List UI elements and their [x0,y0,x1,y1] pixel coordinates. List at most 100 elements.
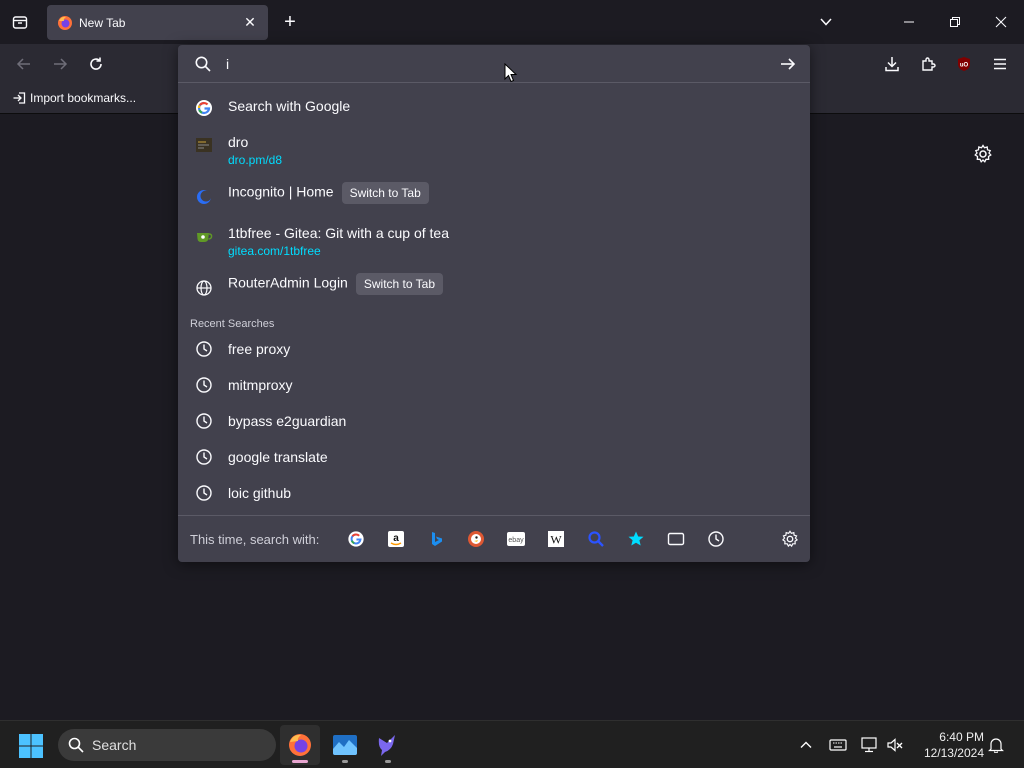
firefox-favicon-icon [58,15,72,30]
recent-search-item[interactable]: mitmproxy [186,375,802,395]
result-routeradmin[interactable]: RouterAdmin Login Switch to Tab [186,273,802,298]
list-all-tabs-button[interactable] [814,10,838,34]
result-title: Incognito | Home Switch to Tab [228,182,429,204]
downloads-button[interactable] [880,52,904,76]
recent-search-label: google translate [228,449,328,465]
result-text: google translate [228,449,328,465]
arrow-right-icon[interactable] [778,54,798,74]
minimize-button[interactable] [886,0,932,44]
tab-close-button[interactable]: ✕ [238,11,262,35]
photos-app-icon [333,735,357,755]
reload-button[interactable] [84,52,108,76]
result-text: dro dro.pm/d8 [228,134,282,167]
recent-search-item[interactable]: free proxy [186,339,802,359]
result-incognito-home[interactable]: Incognito | Home Switch to Tab [186,182,802,207]
minimize-icon [904,21,914,23]
result-title: dro [228,134,249,150]
chevron-up-icon [800,741,812,748]
bing-icon [432,532,442,546]
taskbar-search[interactable]: Search [58,729,276,761]
running-indicator [342,760,348,763]
result-url: gitea.com/1tbfree [228,244,321,258]
incognito-favicon-icon [194,187,214,207]
windows-logo-icon [19,734,43,758]
taskbar-app-bird[interactable] [368,725,408,765]
back-button[interactable] [12,52,36,76]
close-window-button[interactable] [978,0,1024,44]
clock-icon [194,375,214,395]
result-text: free proxy [228,341,290,357]
bookmarks-search-button[interactable] [626,529,646,549]
recent-search-item[interactable]: loic github [186,483,802,503]
title-bar: New Tab ✕ + [0,0,1024,44]
app-menu-button[interactable] [988,52,1012,76]
history-search-button[interactable] [706,529,726,549]
recent-search-item[interactable]: google translate [186,447,802,467]
result-text: mitmproxy [228,377,293,393]
firefox-view-icon [12,16,28,29]
result-text: loic github [228,485,291,501]
restore-button[interactable] [932,0,978,44]
search-icon [68,737,84,753]
result-gitea[interactable]: 1tbfree - Gitea: Git with a cup of tea g… [186,225,802,265]
gitea-favicon-icon [194,226,214,246]
engine-wikipedia-button[interactable]: W [546,529,566,549]
notifications-button[interactable] [986,735,1006,755]
new-tab-button[interactable]: + [278,10,302,34]
tab-icon [667,532,685,546]
tabs-search-button[interactable] [666,529,686,549]
clock-time: 6:40 PM [939,730,984,744]
recent-search-label: bypass e2guardian [228,413,347,429]
restore-icon [950,17,960,27]
taskbar-search-label: Search [92,737,137,753]
network-tray-button[interactable] [860,735,880,755]
keyboard-icon [829,739,847,751]
switch-to-tab-badge[interactable]: Switch to Tab [341,182,429,204]
firefox-icon [289,734,311,756]
engine-duckduckgo-button[interactable] [466,529,486,549]
import-bookmarks-button[interactable]: Import bookmarks... [12,91,136,105]
clock-icon [194,483,214,503]
engine-ebay-button[interactable]: ebay [506,529,526,549]
globe-icon [194,278,214,298]
download-icon [885,57,899,72]
search-settings-button[interactable] [780,529,800,549]
result-search-google[interactable]: Search with Google [186,98,802,118]
keyboard-tray-button[interactable] [828,735,848,755]
magnifier-icon [588,531,604,547]
bell-icon [988,738,1004,753]
taskbar-app-photos[interactable] [325,725,365,765]
forward-button[interactable] [48,52,72,76]
search-with-label: This time, search with: [190,532,320,547]
engine-amazon-button[interactable]: a [386,529,406,549]
network-icon [861,737,877,753]
firefox-view-button[interactable] [8,10,32,34]
start-button[interactable] [18,733,44,759]
engine-search-button[interactable] [586,529,606,549]
svg-text:ebay: ebay [508,537,524,544]
tab-new-tab[interactable]: New Tab ✕ [47,5,268,40]
hamburger-menu-icon [994,58,1006,70]
ublock-button[interactable]: uO [952,52,976,76]
gear-icon [974,144,992,163]
engine-google-button[interactable] [346,529,366,549]
recent-searches-label: Recent Searches [190,318,275,330]
taskbar-clock[interactable]: 6:40 PM 12/13/2024 [908,729,984,761]
show-hidden-icons-button[interactable] [796,735,816,755]
urlbar-input[interactable] [226,53,766,75]
ebay-icon: ebay [507,532,525,546]
result-title-text: RouterAdmin Login [228,274,348,291]
result-url: dro.pm/d8 [228,153,283,167]
newtab-settings-button[interactable] [972,143,994,165]
volume-tray-button[interactable] [886,735,906,755]
switch-to-tab-badge[interactable]: Switch to Tab [355,273,444,295]
google-icon [348,531,364,547]
clock-icon [708,531,724,547]
engine-bing-button[interactable] [426,529,446,549]
amazon-icon: a [388,531,404,547]
extensions-button[interactable] [916,52,940,76]
recent-search-item[interactable]: bypass e2guardian [186,411,802,431]
taskbar-firefox[interactable] [280,725,320,765]
result-dro[interactable]: dro dro.pm/d8 [186,134,802,174]
reload-icon [90,57,102,70]
